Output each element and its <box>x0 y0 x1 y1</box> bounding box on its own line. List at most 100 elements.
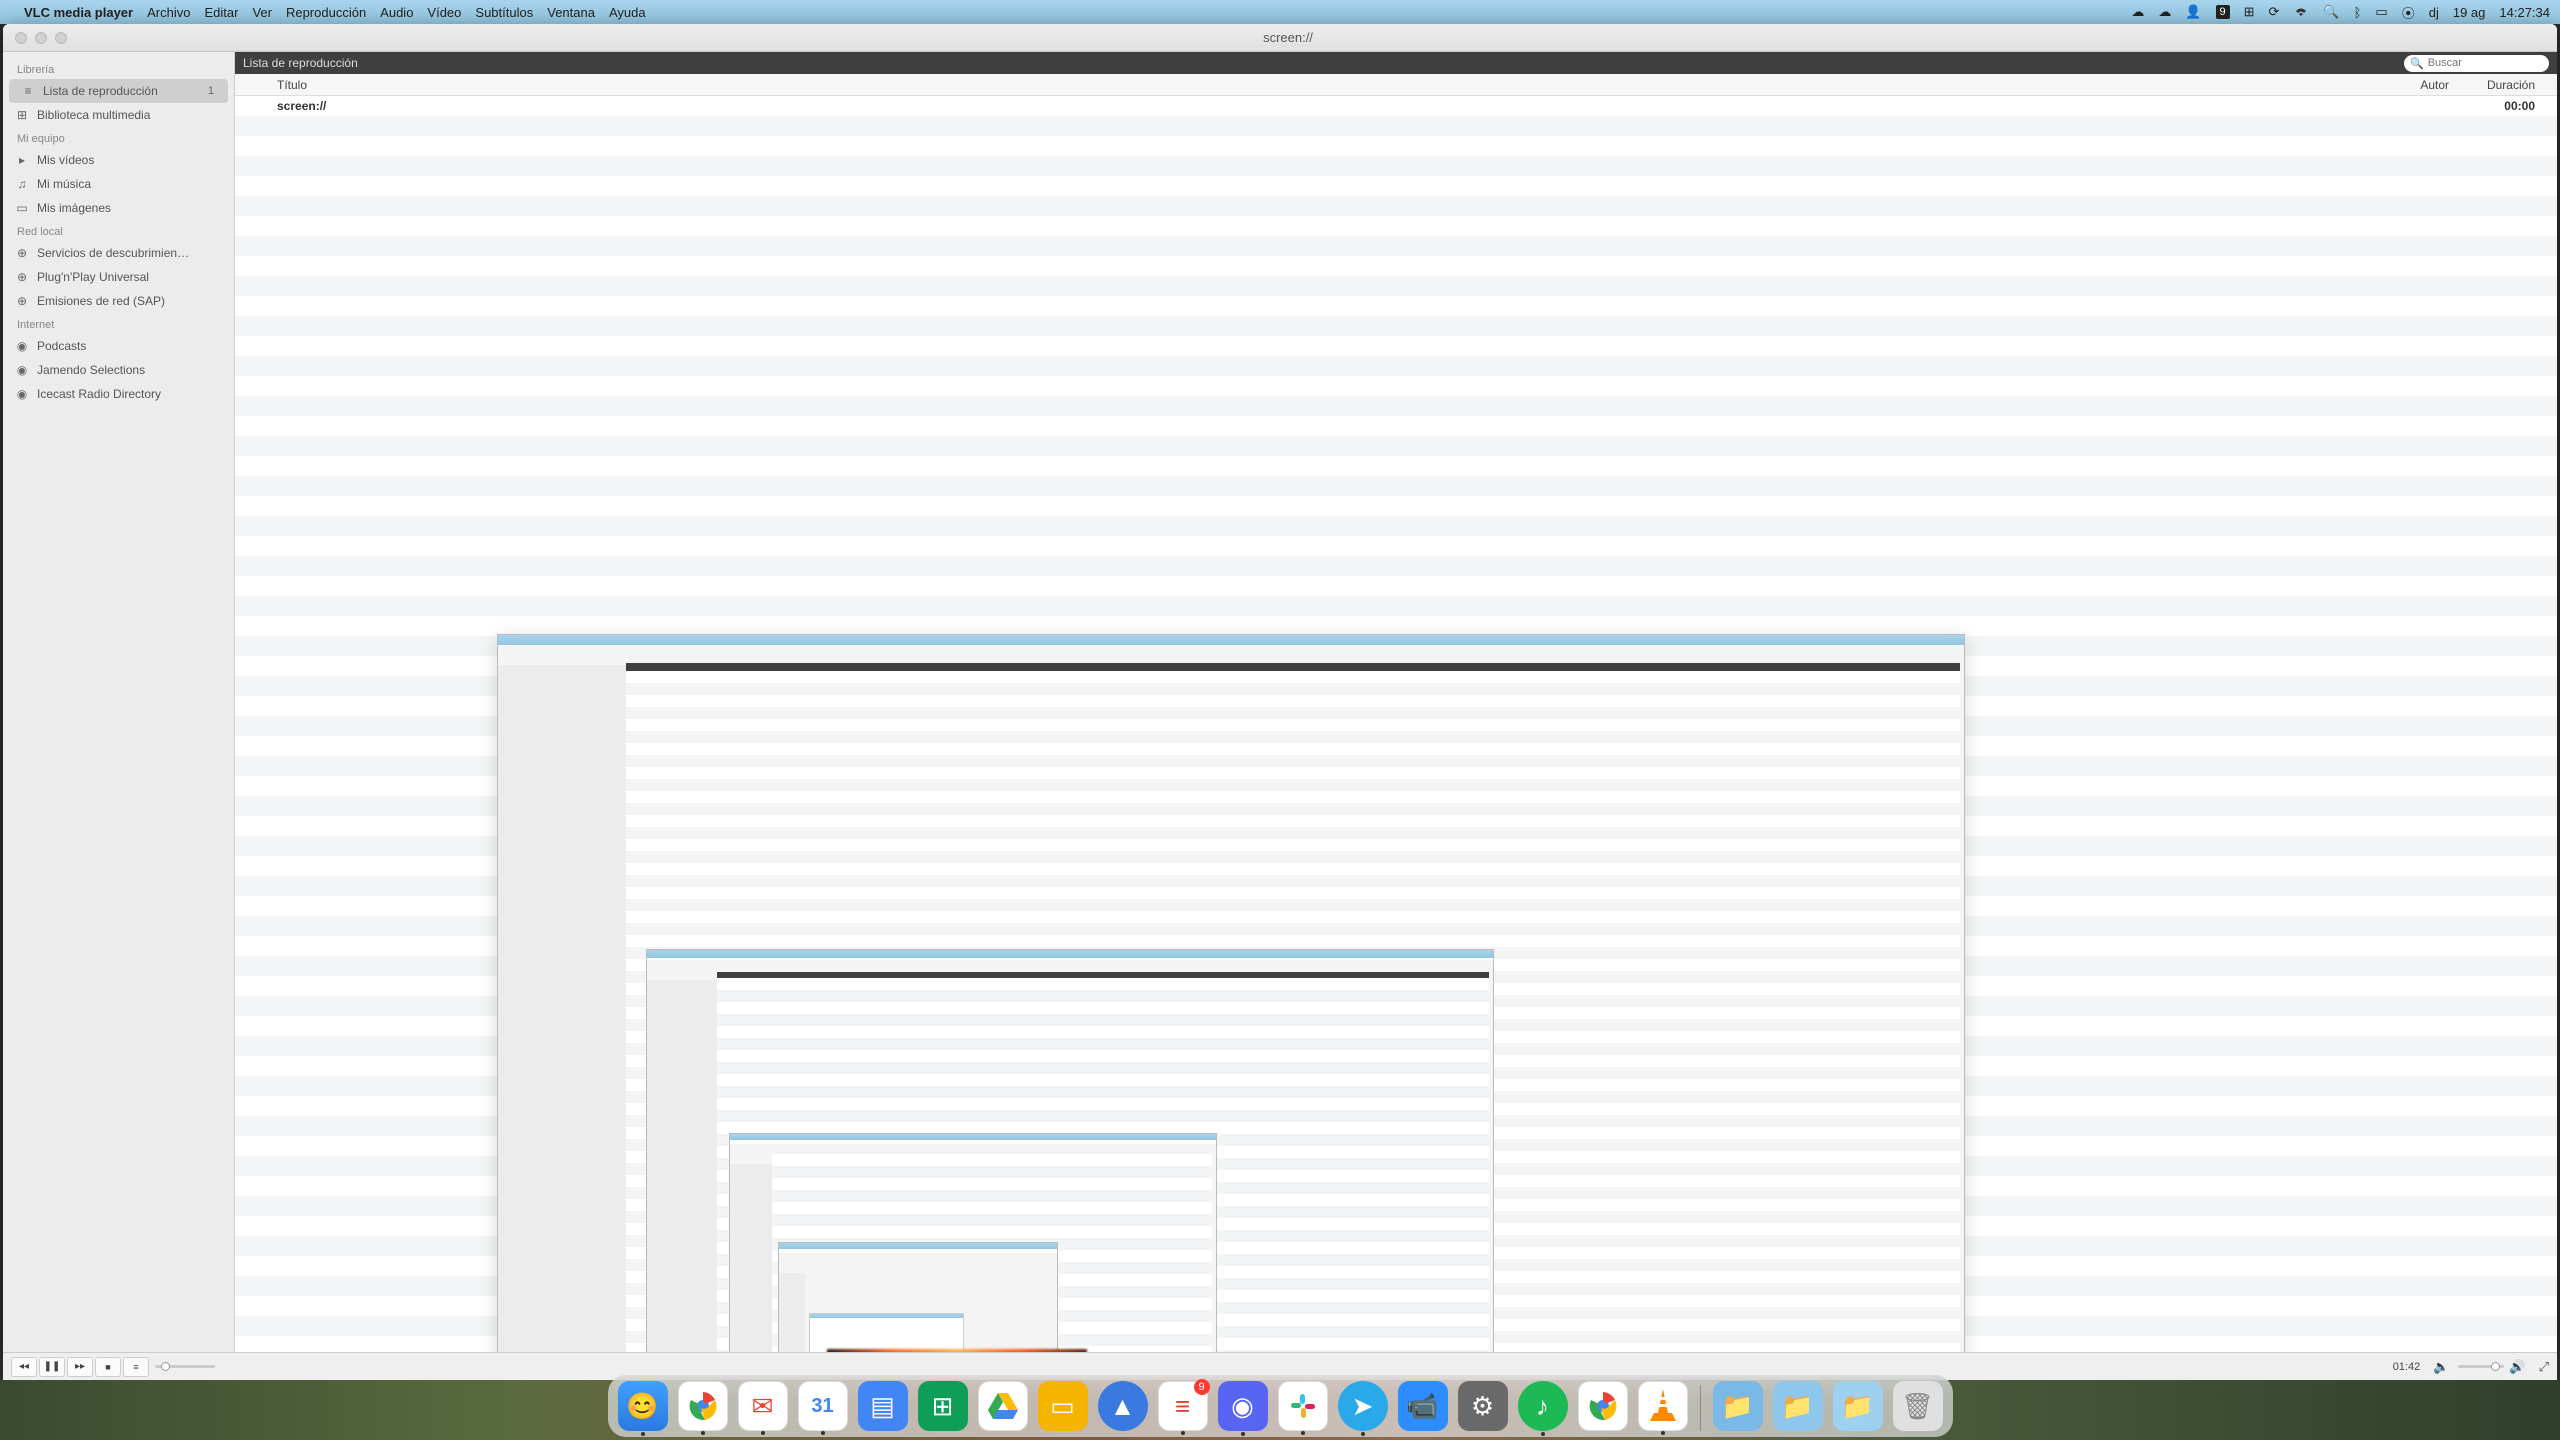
window-title: screen:// <box>79 30 2497 45</box>
sidebar-item-upnp[interactable]: ⊕ Plug'n'Play Universal <box>3 265 234 289</box>
search-field[interactable]: 🔍 <box>2404 55 2549 72</box>
dock-telegram[interactable]: ➤ <box>1338 1381 1388 1431</box>
playlist-toggle-button[interactable]: ≡ <box>123 1357 149 1377</box>
user-icon[interactable]: 👤 <box>2185 4 2201 20</box>
sidebar-item-music[interactable]: ♫ Mi música <box>3 172 234 196</box>
zoom-button[interactable] <box>55 32 67 44</box>
sidebar-item-playlist[interactable]: ≡ Lista de reproducción 1 <box>9 79 228 103</box>
sidebar-item-jamendo[interactable]: ◉ Jamendo Selections <box>3 358 234 382</box>
sidebar-item-label: Icecast Radio Directory <box>37 387 161 401</box>
playlist-header-bar: Lista de reproducción 🔍 <box>235 52 2557 74</box>
dock-chrome[interactable] <box>678 1381 728 1431</box>
time-elapsed: 01:42 <box>2393 1361 2421 1373</box>
row-title: screen:// <box>235 99 2369 113</box>
menubar-time[interactable]: 14:27:34 <box>2499 5 2550 20</box>
prev-button[interactable]: ◂◂ <box>11 1357 37 1377</box>
dock-gmail[interactable]: ✉ <box>738 1381 788 1431</box>
menu-video[interactable]: Vídeo <box>427 5 461 20</box>
dock-folder-1[interactable]: 📁 <box>1713 1381 1763 1431</box>
sidebar-item-images[interactable]: ▭ Mis imágenes <box>3 196 234 220</box>
bluetooth-icon[interactable]: ᛒ <box>2354 5 2362 20</box>
sync-icon[interactable]: ⟳ <box>2269 4 2280 20</box>
dock-drive[interactable] <box>978 1381 1028 1431</box>
images-icon: ▭ <box>13 201 31 215</box>
pause-button[interactable]: ❚❚ <box>39 1357 65 1377</box>
menu-editar[interactable]: Editar <box>204 5 238 20</box>
network-icon: ⊕ <box>13 294 31 308</box>
dock-discord[interactable]: ◉ <box>1218 1381 1268 1431</box>
close-button[interactable] <box>15 32 27 44</box>
control-center-icon[interactable]: ⦿ <box>2402 3 2415 22</box>
titlebar: screen:// <box>3 24 2557 52</box>
sidebar-item-library[interactable]: ⊞ Biblioteca multimedia <box>3 103 234 127</box>
sidebar-item-discovery[interactable]: ⊕ Servicios de descubrimien… <box>3 241 234 265</box>
minimize-button[interactable] <box>35 32 47 44</box>
menu-subtitulos[interactable]: Subtítulos <box>475 5 533 20</box>
podcast-icon: ◉ <box>13 387 31 401</box>
menu-ventana[interactable]: Ventana <box>547 5 595 20</box>
sidebar-item-videos[interactable]: ▸ Mis vídeos <box>3 148 234 172</box>
cloud-icon[interactable]: ☁ <box>2131 4 2144 20</box>
dock-sheets[interactable]: ⊞ <box>918 1381 968 1431</box>
sidebar-item-label: Plug'n'Play Universal <box>37 270 149 284</box>
network-icon: ⊕ <box>13 246 31 260</box>
menu-ver[interactable]: Ver <box>252 5 272 20</box>
display-icon[interactable]: ▭ <box>2375 4 2387 20</box>
col-title[interactable]: Título <box>235 78 2369 92</box>
dock-chrome-2[interactable] <box>1578 1381 1628 1431</box>
search-input[interactable] <box>2428 57 2560 69</box>
stop-button[interactable]: ■ <box>95 1357 121 1377</box>
playlist-title: Lista de reproducción <box>243 56 2404 70</box>
spotlight-icon[interactable]: 🔍 <box>2323 4 2339 20</box>
col-author[interactable]: Autor <box>2369 78 2457 92</box>
dock-separator <box>1700 1385 1701 1431</box>
next-button[interactable]: ▸▸ <box>67 1357 93 1377</box>
volume-slider[interactable] <box>2458 1365 2504 1368</box>
dock-vlc[interactable] <box>1638 1381 1688 1431</box>
sidebar-header-libreria: Librería <box>3 58 234 79</box>
playlist-rows: screen:// 00:00 <box>235 96 2557 1352</box>
dock-spotify[interactable]: ♪ <box>1518 1381 1568 1431</box>
volume-up-icon[interactable]: 🔊 <box>2509 1359 2525 1375</box>
sidebar-item-label: Mis vídeos <box>37 153 94 167</box>
menubar-date[interactable]: 19 ag <box>2453 5 2486 20</box>
menu-archivo[interactable]: Archivo <box>147 5 190 20</box>
dock-send[interactable]: ▲ <box>1098 1381 1148 1431</box>
traffic-lights <box>3 32 79 44</box>
grid-icon[interactable]: ⊞ <box>2244 4 2255 20</box>
menu-ayuda[interactable]: Ayuda <box>609 5 646 20</box>
sidebar-item-icecast[interactable]: ◉ Icecast Radio Directory <box>3 382 234 406</box>
sidebar-item-sap[interactable]: ⊕ Emisiones de red (SAP) <box>3 289 234 313</box>
sidebar-item-label: Podcasts <box>37 339 86 353</box>
notification-badge[interactable]: 9 <box>2216 5 2230 19</box>
sidebar-item-podcasts[interactable]: ◉ Podcasts <box>3 334 234 358</box>
menubar: VLC media player Archivo Editar Ver Repr… <box>0 0 2560 24</box>
dock-docs[interactable]: ▤ <box>858 1381 908 1431</box>
col-duration[interactable]: Duración <box>2457 78 2557 92</box>
dj-indicator[interactable]: dj <box>2429 5 2439 20</box>
cloud-icon-2[interactable]: ☁ <box>2158 4 2171 20</box>
progress-slider[interactable] <box>155 1365 215 1368</box>
dock-finder[interactable]: 😊 <box>618 1381 668 1431</box>
dock-settings[interactable]: ⚙ <box>1458 1381 1508 1431</box>
dock-todoist[interactable]: ≡9 <box>1158 1381 1208 1431</box>
menu-reproduccion[interactable]: Reproducción <box>286 5 366 20</box>
dock-trash[interactable]: 🗑 <box>1893 1381 1943 1431</box>
dock-calendar[interactable]: 31 <box>798 1381 848 1431</box>
wifi-icon[interactable] <box>2293 6 2309 18</box>
sidebar-header-redlocal: Red local <box>3 220 234 241</box>
network-icon: ⊕ <box>13 270 31 284</box>
dock-slack[interactable] <box>1278 1381 1328 1431</box>
podcast-icon: ◉ <box>13 339 31 353</box>
fullscreen-button[interactable]: ⤢ <box>2539 1359 2549 1375</box>
volume-down-icon[interactable]: 🔈 <box>2433 1359 2449 1375</box>
app-name[interactable]: VLC media player <box>24 5 133 20</box>
menu-audio[interactable]: Audio <box>380 5 413 20</box>
dock-zoom[interactable]: 📹 <box>1398 1381 1448 1431</box>
dock-slides[interactable]: ▭ <box>1038 1381 1088 1431</box>
sidebar-item-label: Biblioteca multimedia <box>37 108 150 122</box>
dock-folder-2[interactable]: 📁 <box>1773 1381 1823 1431</box>
main-content: Lista de reproducción 🔍 Título Autor Dur… <box>235 52 2557 1352</box>
playlist-row[interactable]: screen:// 00:00 <box>235 96 2557 116</box>
dock-folder-3[interactable]: 📁 <box>1833 1381 1883 1431</box>
